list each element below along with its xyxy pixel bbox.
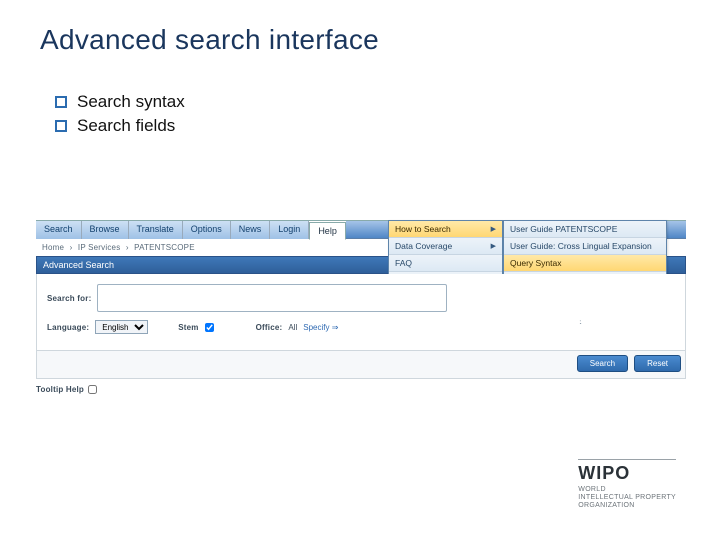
bullet-list: Search syntax Search fields <box>0 56 720 136</box>
language-select[interactable]: English <box>95 320 148 334</box>
bullet-item: Search fields <box>55 116 720 136</box>
nav-tab-help[interactable]: Help <box>309 222 346 240</box>
search-input[interactable] <box>97 284 447 312</box>
nav-tab-search[interactable]: Search <box>36 221 82 239</box>
menu-item-how-to-search[interactable]: How to Search ▶ <box>389 221 502 238</box>
menu-item-label: How to Search <box>395 224 451 234</box>
office-specify-link[interactable]: Specify ⇒ <box>303 323 338 332</box>
nav-tab-options[interactable]: Options <box>183 221 231 239</box>
nav-tab-login[interactable]: Login <box>270 221 309 239</box>
menu-item-label: Data Coverage <box>395 241 452 251</box>
wipo-logo-text: WIPO <box>578 459 676 484</box>
breadcrumb-sep: › <box>126 243 129 252</box>
bullet-text: Search syntax <box>77 92 185 112</box>
chevron-right-icon: ▶ <box>491 225 496 233</box>
embedded-screenshot: Search Browse Translate Options News Log… <box>36 220 686 394</box>
wipo-logo-block: WIPO WORLD INTELLECTUAL PROPERTY ORGANIZ… <box>578 459 676 510</box>
submenu-item-cross-lingual[interactable]: User Guide: Cross Lingual Expansion <box>504 238 666 255</box>
submenu-item-user-guide[interactable]: User Guide PATENTSCOPE <box>504 221 666 238</box>
bullet-square-icon <box>55 96 67 108</box>
office-label: Office: <box>256 323 283 332</box>
stem-label: Stem <box>178 323 198 332</box>
breadcrumb-item[interactable]: IP Services <box>78 243 121 252</box>
menu-item-label: User Guide: Cross Lingual Expansion <box>510 241 652 251</box>
tooltip-help-label: Tooltip Help <box>36 385 84 394</box>
nav-tab-translate[interactable]: Translate <box>129 221 183 239</box>
menu-item-label: FAQ <box>395 258 412 268</box>
breadcrumb-item[interactable]: Home <box>42 243 64 252</box>
tooltip-help-checkbox[interactable] <box>88 385 97 394</box>
search-button[interactable]: Search <box>577 355 628 372</box>
chevron-right-icon: ▶ <box>491 242 496 250</box>
slide-title: Advanced search interface <box>0 0 720 56</box>
menu-item-data-coverage[interactable]: Data Coverage ▶ <box>389 238 502 255</box>
search-for-label: Search for: <box>47 294 91 303</box>
menu-item-label: Query Syntax <box>510 258 562 268</box>
nav-tab-browse[interactable]: Browse <box>82 221 129 239</box>
menu-item-label: User Guide PATENTSCOPE <box>510 224 617 234</box>
breadcrumb-sep: › <box>70 243 73 252</box>
menu-item-faq[interactable]: FAQ <box>389 255 502 272</box>
stem-checkbox[interactable] <box>205 323 214 332</box>
button-row: Search Reset <box>36 351 686 379</box>
nav-tab-news[interactable]: News <box>231 221 271 239</box>
tooltip-help-row: Tooltip Help <box>36 379 686 394</box>
reset-button[interactable]: Reset <box>634 355 681 372</box>
breadcrumb-item[interactable]: PATENTSCOPE <box>134 243 195 252</box>
language-label: Language: <box>47 323 89 332</box>
wipo-subtext: WORLD INTELLECTUAL PROPERTY ORGANIZATION <box>578 486 676 510</box>
bullet-text: Search fields <box>77 116 175 136</box>
bullet-square-icon <box>55 120 67 132</box>
submenu-item-query-syntax[interactable]: Query Syntax <box>504 255 666 272</box>
office-all-text: All <box>288 323 297 332</box>
top-nav: Search Browse Translate Options News Log… <box>36 220 686 239</box>
bullet-item: Search syntax <box>55 92 720 112</box>
search-form: Search for: .:: Language: English Stem O… <box>36 274 686 351</box>
